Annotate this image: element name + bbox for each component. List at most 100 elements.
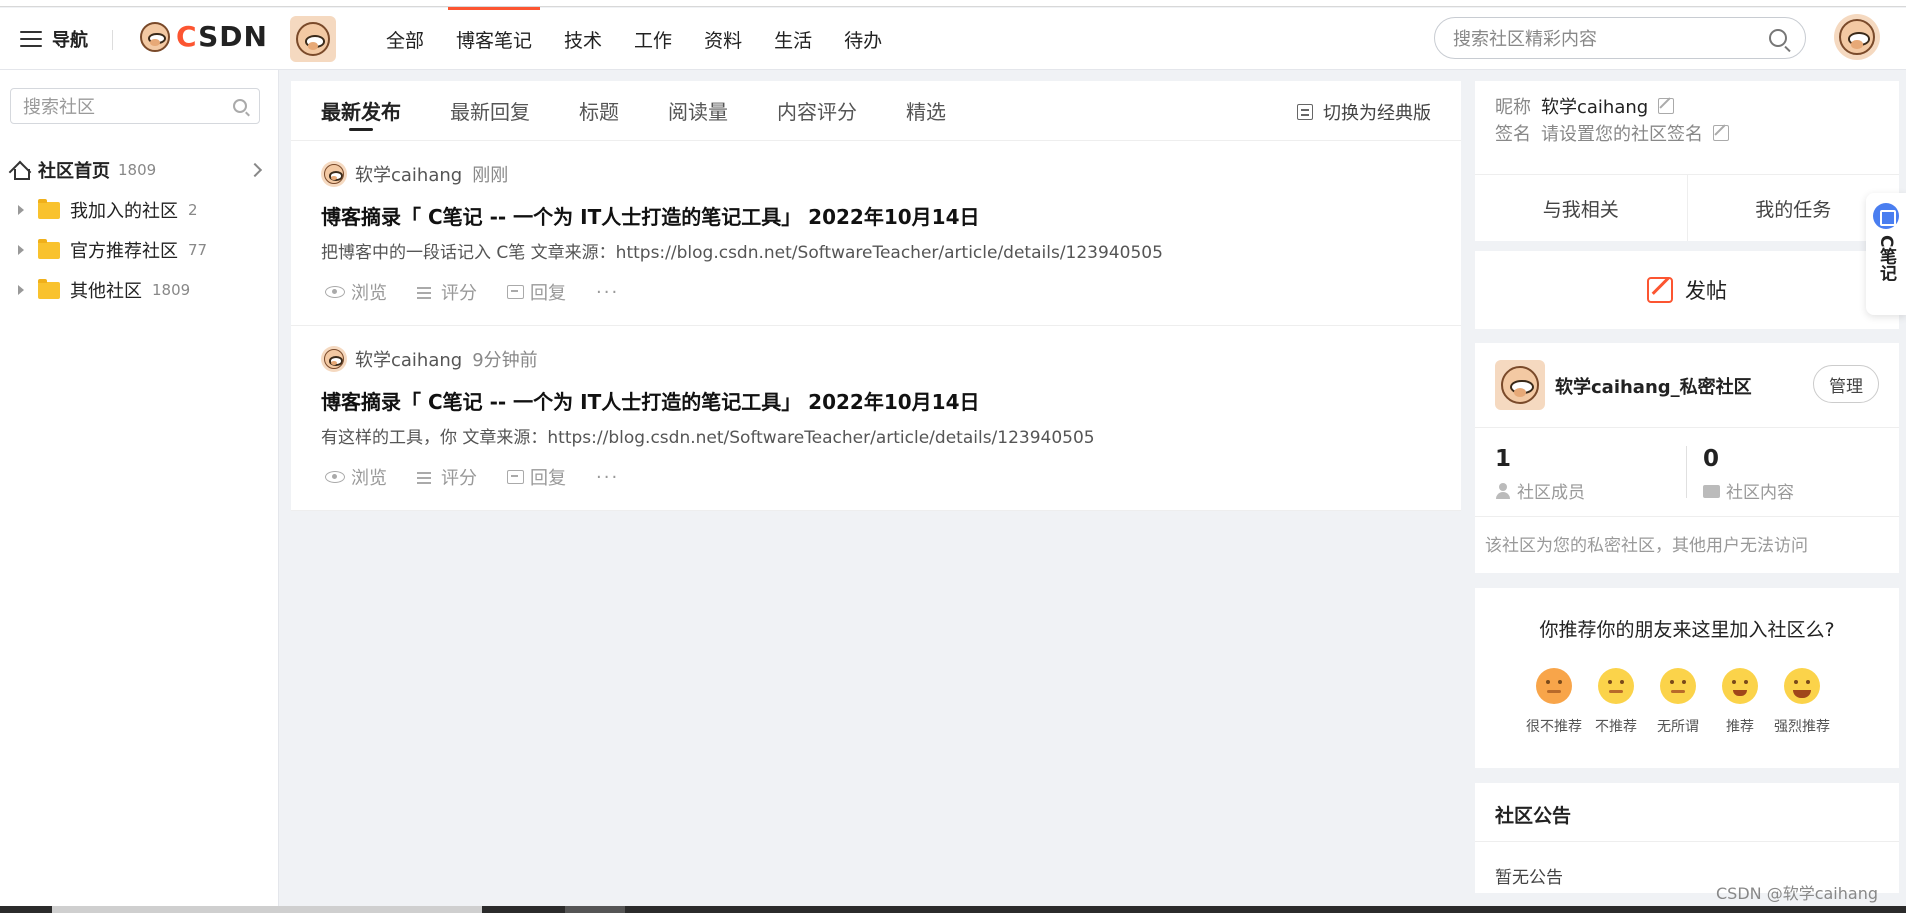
monkey-avatar-icon: [1839, 19, 1875, 55]
sidebar-search-placeholder: 搜索社区: [23, 97, 95, 118]
nickname-row: 昵称 软学caihang: [1495, 93, 1675, 119]
feed-tab-0[interactable]: 最新发布: [321, 81, 401, 141]
rate-button[interactable]: 评分: [417, 279, 477, 305]
sidebar-item-home[interactable]: 社区首页 1809: [10, 158, 263, 182]
logo-letters: SDN: [198, 20, 268, 53]
sidebar-search-input[interactable]: 搜索社区: [10, 88, 260, 124]
monkey-avatar-icon: [1501, 366, 1539, 404]
rate-icon: [417, 285, 435, 299]
view-button[interactable]: 浏览: [325, 464, 387, 490]
author-avatar[interactable]: [321, 346, 347, 372]
tab-1[interactable]: 博客笔记: [440, 7, 548, 70]
sidebar-item-joined[interactable]: 我加入的社区 2: [18, 198, 198, 222]
monkey-logo-icon: [140, 21, 170, 52]
new-post-button[interactable]: 发帖: [1475, 251, 1899, 329]
post-time: 9分钟前: [472, 350, 538, 371]
tab-5[interactable]: 生活: [758, 8, 828, 70]
expand-caret-icon[interactable]: [18, 285, 24, 295]
more-icon[interactable]: ···: [596, 467, 619, 488]
new-post-label: 发帖: [1685, 279, 1727, 303]
community-avatar[interactable]: [290, 16, 336, 62]
feed-tab-4[interactable]: 内容评分: [777, 81, 857, 141]
sidebar-home-label: 社区首页: [38, 161, 110, 182]
rate-icon: [417, 470, 435, 484]
sidebar-item-count: 2: [188, 201, 198, 219]
edit-icon[interactable]: [1658, 98, 1675, 114]
sidebar-item-other[interactable]: 其他社区 1809: [18, 278, 190, 302]
content-label: 社区内容: [1726, 483, 1794, 503]
folder-icon: [1703, 485, 1720, 498]
eye-icon: [325, 286, 345, 298]
switch-classic-label: 切换为经典版: [1323, 103, 1431, 124]
recommend-option-4[interactable]: 强烈推荐: [1771, 668, 1833, 736]
post-author[interactable]: 软学caihang 9分钟前: [321, 346, 538, 372]
recommend-option-0[interactable]: 很不推荐: [1523, 668, 1585, 736]
nickname-label: 昵称: [1495, 97, 1531, 118]
tab-2[interactable]: 技术: [548, 8, 618, 70]
manage-button[interactable]: 管理: [1813, 365, 1879, 403]
feed-tabs: 最新发布 最新回复 标题 阅读量 内容评分 精选 切换为经典版: [291, 81, 1461, 141]
search-icon[interactable]: [1769, 29, 1787, 47]
rate-button[interactable]: 评分: [417, 464, 477, 490]
tab-related-to-me[interactable]: 与我相关: [1475, 175, 1687, 241]
recommend-option-label: 很不推荐: [1526, 719, 1582, 735]
expand-caret-icon[interactable]: [18, 245, 24, 255]
divider: [1475, 841, 1899, 842]
community-name[interactable]: 软学caihang_私密社区: [1555, 373, 1752, 399]
members-label: 社区成员: [1517, 483, 1585, 503]
post-title[interactable]: 博客摘录「 C笔记 -- 一个为 IT人士打造的笔记工具」 2022年10月14…: [321, 201, 980, 230]
author-name[interactable]: 软学caihang: [355, 346, 462, 372]
feed-tab-3[interactable]: 阅读量: [668, 81, 728, 141]
author-avatar[interactable]: [321, 161, 347, 187]
feed-tab-5[interactable]: 精选: [906, 81, 946, 141]
sidebar-item-official[interactable]: 官方推荐社区 77: [18, 238, 207, 262]
feed-tab-1[interactable]: 最新回复: [450, 81, 530, 141]
folder-icon: [38, 278, 60, 299]
edit-pen-icon: [1647, 277, 1673, 303]
left-sidebar: 搜索社区 社区首页 1809 我加入的社区 2 官方推荐社区 77 其他社区 1…: [0, 70, 279, 913]
post-summary: 把博客中的一段话记入 C笔 文章来源：https://blog.csdn.net…: [321, 243, 1163, 263]
header-search-input[interactable]: 搜索社区精彩内容: [1434, 17, 1806, 59]
emoji-face-icon: [1784, 668, 1820, 704]
nav-label: 导航: [52, 30, 88, 51]
expand-caret-icon[interactable]: [18, 205, 24, 215]
eye-icon: [325, 471, 345, 483]
view-button[interactable]: 浏览: [325, 279, 387, 305]
community-avatar[interactable]: [1495, 360, 1545, 410]
tab-4[interactable]: 资料: [688, 8, 758, 70]
monkey-avatar-icon: [296, 22, 330, 56]
search-icon[interactable]: [233, 99, 247, 113]
author-name[interactable]: 软学caihang: [355, 161, 462, 187]
user-avatar[interactable]: [1834, 14, 1880, 60]
chevron-right-icon[interactable]: [247, 162, 263, 178]
tab-3[interactable]: 工作: [618, 8, 688, 70]
signature-row: 签名 请设置您的社区签名: [1495, 120, 1729, 146]
reply-button[interactable]: 回复: [507, 279, 566, 305]
csdn-logo[interactable]: CSDN: [140, 20, 268, 53]
folder-icon: [38, 198, 60, 219]
c-notes-widget[interactable]: C笔记: [1866, 193, 1906, 315]
post-title[interactable]: 博客摘录「 C笔记 -- 一个为 IT人士打造的笔记工具」 2022年10月14…: [321, 386, 980, 415]
edit-icon[interactable]: [1713, 125, 1729, 141]
recommend-options: 很不推荐 不推荐 无所谓 推荐 强烈推荐: [1523, 668, 1833, 736]
members-stat[interactable]: 1 社区成员: [1495, 446, 1585, 503]
sidebar-item-label: 官方推荐社区: [70, 241, 178, 262]
recommend-option-1[interactable]: 不推荐: [1585, 668, 1647, 736]
nav-menu-button[interactable]: 导航: [20, 26, 88, 52]
feed-tab-2[interactable]: 标题: [579, 81, 619, 141]
more-icon[interactable]: ···: [596, 282, 619, 303]
switch-classic-button[interactable]: 切换为经典版: [1297, 99, 1431, 125]
reply-button[interactable]: 回复: [507, 464, 566, 490]
person-icon: [1495, 482, 1511, 499]
post-author[interactable]: 软学caihang 刚刚: [321, 161, 508, 187]
recommend-option-3[interactable]: 推荐: [1709, 668, 1771, 736]
post-item[interactable]: 软学caihang 刚刚 博客摘录「 C笔记 -- 一个为 IT人士打造的笔记工…: [291, 141, 1461, 326]
tab-0[interactable]: 全部: [370, 8, 440, 70]
tab-6[interactable]: 待办: [828, 8, 898, 70]
emoji-face-icon: [1598, 668, 1634, 704]
comment-icon: [507, 470, 524, 484]
community-note: 该社区为您的私密社区，其他用户无法访问: [1485, 536, 1808, 556]
content-stat[interactable]: 0 社区内容: [1703, 446, 1794, 503]
recommend-option-2[interactable]: 无所谓: [1647, 668, 1709, 736]
post-item[interactable]: 软学caihang 9分钟前 博客摘录「 C笔记 -- 一个为 IT人士打造的笔…: [291, 326, 1461, 511]
